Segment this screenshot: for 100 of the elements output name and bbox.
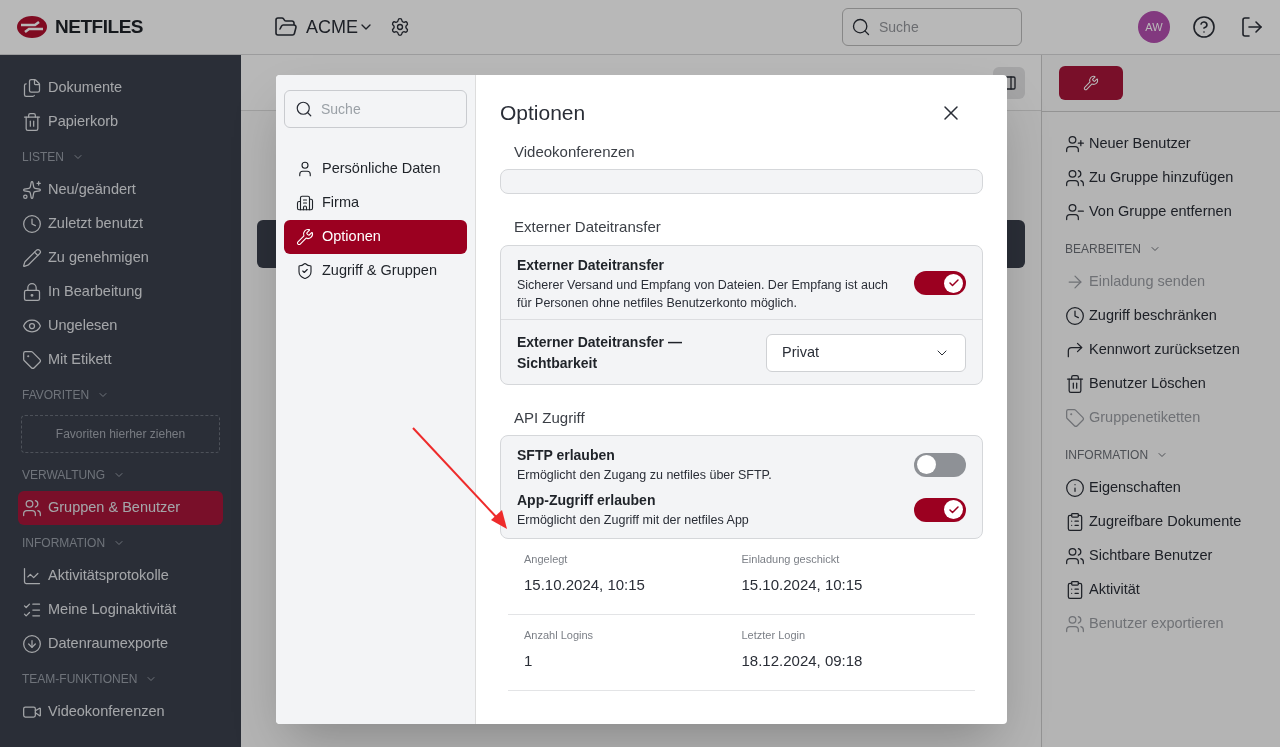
pencil-icon xyxy=(22,248,42,268)
sidebar-item[interactable]: Meine Loginaktivität xyxy=(18,593,223,627)
action-item[interactable]: Eigenschaften xyxy=(1065,471,1280,505)
user-icon xyxy=(296,160,314,178)
info-value: 18.12.2024, 09:18 xyxy=(741,650,864,671)
section-heading: VERWALTUNG xyxy=(22,467,106,484)
sidebar-item[interactable]: Mit Etikett xyxy=(18,343,223,377)
sparkle-star-icon xyxy=(22,180,42,200)
action-item[interactable]: Zugreifbare Dokumente xyxy=(1065,505,1280,539)
settings-nav-item[interactable]: Firma xyxy=(284,186,467,220)
setting-title: SFTP erlauben xyxy=(517,446,616,465)
toggle-switch[interactable] xyxy=(914,452,966,477)
sidebar-item[interactable]: Neu/geändert xyxy=(18,173,223,207)
users-icon xyxy=(1065,546,1085,566)
clipboard-icon xyxy=(1065,580,1085,600)
building-icon xyxy=(296,194,314,212)
download-icon xyxy=(22,634,42,654)
search-field[interactable]: Suche xyxy=(284,90,467,128)
clipboard-icon xyxy=(1065,512,1085,532)
sidebar-item[interactable]: Zu genehmigen xyxy=(18,241,223,275)
search-input[interactable]: Suche xyxy=(879,16,1009,38)
settings-wrench-icon xyxy=(296,228,314,246)
settings-nav-item[interactable]: Zugriff & Gruppen xyxy=(284,254,467,288)
favorites-dropzone: Favoriten hierher ziehen xyxy=(21,415,220,453)
section-title: API Zugriff xyxy=(513,407,586,428)
wrench-icon xyxy=(1083,75,1099,91)
clock-icon xyxy=(1065,306,1085,326)
sidebar-item[interactable]: Zuletzt benutzt xyxy=(18,207,223,241)
folder-icon xyxy=(274,15,298,39)
logout-icon[interactable] xyxy=(1240,15,1264,39)
shield-check-icon xyxy=(296,262,314,280)
info-label: Letzter Login xyxy=(741,628,807,643)
sidebar-item[interactable]: Papierkorb xyxy=(18,105,223,139)
chart-icon xyxy=(22,566,42,586)
setting-description: Ermöglicht den Zugang zu netfiles über SFTP. xyxy=(517,467,773,484)
users-icon xyxy=(1065,168,1085,188)
clock-icon xyxy=(22,214,42,234)
action-item[interactable]: Aktivität xyxy=(1065,573,1280,607)
info-value: 1 xyxy=(524,650,534,671)
info-value: 15.10.2024, 10:15 xyxy=(741,574,864,595)
sidebar-item[interactable]: Videokonferenzen xyxy=(18,695,223,729)
section-heading: BEARBEITEN xyxy=(1065,241,1142,258)
tools-button[interactable] xyxy=(1059,66,1123,100)
check-icon xyxy=(947,277,960,289)
info-value: 15.10.2024, 10:15 xyxy=(524,574,646,595)
setting-description: Sicherer Versand und Empfang von Dateien. Der Empfang ist auch für Personen ohne netfiles Benutzerkonto möglich. xyxy=(517,276,890,312)
avatar[interactable]: AW xyxy=(1138,11,1170,43)
check-icon xyxy=(947,503,960,516)
visibility-select[interactable]: Privat xyxy=(766,333,966,372)
lock-icon xyxy=(22,282,42,302)
info-icon xyxy=(1065,478,1085,498)
search-icon xyxy=(851,17,871,37)
logo-text: NETFILES xyxy=(55,14,144,39)
settings-nav-item[interactable]: Persönliche Daten xyxy=(284,152,467,186)
section-heading: TEAM-FUNKTIONEN xyxy=(22,671,138,688)
action-item[interactable]: Neuer Benutzer xyxy=(1065,127,1280,161)
tag-icon xyxy=(22,350,42,370)
help-icon[interactable] xyxy=(1192,15,1216,39)
user-plus-icon xyxy=(1065,134,1085,154)
section-heading: FAVORITEN xyxy=(22,387,90,404)
trash-icon xyxy=(1065,374,1085,394)
sidebar-item[interactable]: Dokumente xyxy=(18,71,223,105)
toggle-switch[interactable] xyxy=(914,271,966,295)
sidebar-item[interactable]: Aktivitätsprotokolle xyxy=(18,559,223,593)
action-item[interactable]: Sichtbare Benutzer xyxy=(1065,539,1280,573)
trash-icon xyxy=(22,112,42,132)
user-minus-icon xyxy=(1065,202,1085,222)
users-icon xyxy=(22,498,42,518)
action-item[interactable]: Zu Gruppe hinzufügen xyxy=(1065,161,1280,195)
search-input[interactable]: Suche xyxy=(321,98,451,120)
settings-nav-item[interactable]: Optionen xyxy=(284,220,467,254)
search-icon xyxy=(295,100,313,118)
section-title: Externer Dateitransfer xyxy=(513,217,662,237)
info-label: Einladung geschickt xyxy=(741,552,841,567)
setting-title: Externer Dateitransfer — Sichtbarkeit xyxy=(517,332,683,373)
section-heading: INFORMATION xyxy=(1065,447,1149,464)
dialog-title: Optionen xyxy=(500,100,586,126)
workspace-dropdown[interactable]: ACME xyxy=(306,13,374,41)
sidebar-item[interactable]: In Bearbeitung xyxy=(18,275,223,309)
sidebar-item[interactable]: Ungelesen xyxy=(18,309,223,343)
documents-icon xyxy=(22,78,42,98)
sidebar-item[interactable]: Datenraumexporte xyxy=(18,627,223,661)
action-item[interactable]: Zugriff beschränken xyxy=(1065,299,1280,333)
search-field[interactable]: Suche xyxy=(842,8,1022,46)
setting-description: Ermöglicht den Zugriff mit der netfiles App xyxy=(517,512,750,529)
toggle-switch[interactable] xyxy=(914,497,966,522)
setting-title: App-Zugriff erlauben xyxy=(517,491,657,510)
action-item[interactable]: Von Gruppe entfernen xyxy=(1065,195,1280,229)
action-item[interactable]: Kennwort zurücksetzen xyxy=(1065,333,1280,367)
logo-icon xyxy=(17,16,47,38)
action-item[interactable]: Benutzer Löschen xyxy=(1065,367,1280,401)
sidebar-item[interactable]: Gruppen & Benutzer xyxy=(18,491,223,525)
section-heading: LISTEN xyxy=(22,149,64,166)
info-label: Angelegt xyxy=(524,552,569,567)
info-label: Anzahl Logins xyxy=(524,628,595,643)
section-heading: INFORMATION xyxy=(22,535,106,552)
users-icon xyxy=(1065,614,1085,634)
forward-arrow-icon xyxy=(1065,340,1085,360)
settings-icon[interactable] xyxy=(390,17,410,37)
section-title: Videokonferenzen xyxy=(513,141,636,162)
